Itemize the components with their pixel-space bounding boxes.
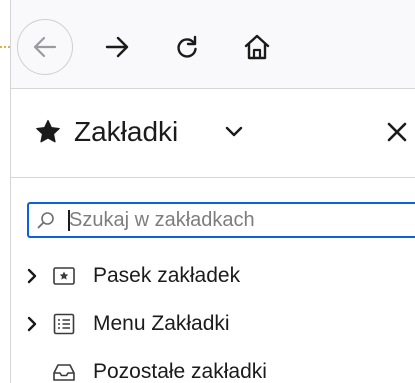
arrow-left-icon — [33, 36, 57, 58]
reload-button[interactable] — [159, 19, 215, 75]
back-button[interactable] — [17, 19, 73, 75]
other-bookmarks-icon — [53, 364, 75, 381]
list-item-label: Pozostałe zakładki — [93, 360, 267, 383]
bookmark-folder-other[interactable]: Pozostałe zakładki — [11, 353, 415, 383]
close-icon[interactable] — [386, 121, 408, 143]
forward-button[interactable] — [89, 19, 145, 75]
chevron-right-icon[interactable] — [25, 267, 39, 285]
home-icon — [244, 34, 270, 60]
search-field[interactable] — [27, 202, 415, 238]
window-edge — [0, 0, 11, 383]
arrow-right-icon — [105, 36, 129, 58]
text-caret — [68, 210, 70, 231]
navigation-toolbar — [11, 0, 415, 89]
list-item-label: Menu Zakładki — [93, 312, 230, 335]
chevron-down-icon[interactable] — [225, 125, 243, 139]
reload-icon — [177, 35, 197, 58]
list-item-label: Pasek zakładek — [93, 264, 241, 287]
bookmarks-sidebar: Zakładki Pasek zakładek — [11, 89, 415, 383]
chevron-right-icon[interactable] — [25, 315, 39, 333]
bookmarks-toolbar-icon — [53, 267, 75, 285]
home-button[interactable] — [229, 19, 285, 75]
search-icon — [37, 212, 54, 229]
bookmarks-menu-icon — [53, 313, 75, 335]
browser-window: Zakładki Pasek zakładek — [0, 0, 415, 383]
sidebar-title[interactable]: Zakładki — [74, 115, 178, 149]
search-input[interactable] — [69, 204, 409, 236]
sidebar-header: Zakładki — [11, 89, 415, 178]
bookmark-folder-toolbar[interactable]: Pasek zakładek — [11, 257, 415, 297]
bookmark-folder-menu[interactable]: Menu Zakładki — [11, 305, 415, 345]
star-icon — [36, 119, 60, 143]
